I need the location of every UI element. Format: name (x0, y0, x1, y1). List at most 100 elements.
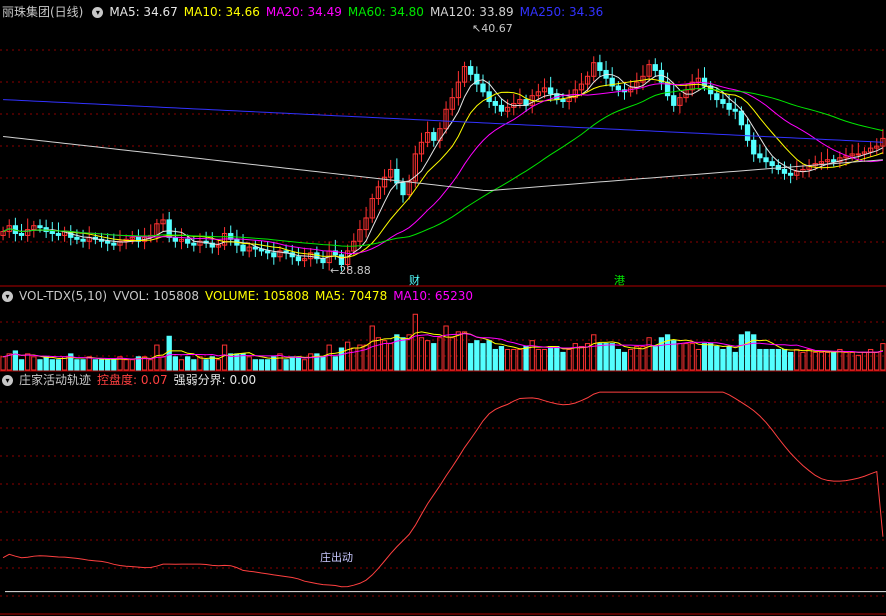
volume-bar (394, 334, 400, 371)
volume-bar (283, 359, 289, 371)
volume-bar (258, 359, 265, 371)
volume-bar (264, 359, 271, 371)
volume-bar (172, 356, 179, 371)
volume-bar (677, 343, 683, 371)
candle-body (492, 101, 498, 106)
candle-body (560, 99, 566, 103)
volume-bar (843, 351, 849, 371)
price-header: 丽珠集团(日线) ▾ MA5: 34.67 MA10: 34.66 MA20: 34.4… (2, 4, 609, 20)
volume-bar (831, 351, 837, 371)
volume-bar (615, 348, 622, 371)
candle-body (855, 153, 861, 156)
volume-bar (818, 351, 825, 371)
ma10-label: MA10: 34.66 (183, 5, 260, 19)
candle-body (548, 87, 554, 95)
volume-bar (701, 343, 708, 371)
volume-bar (320, 356, 326, 371)
volume-bar (689, 343, 695, 371)
collapse-icon[interactable]: ▾ (2, 375, 13, 386)
volume-bar (277, 353, 283, 371)
volume-bar (289, 356, 295, 371)
candle-body (757, 153, 763, 159)
volume-bar (855, 354, 861, 371)
volume-bar (824, 351, 831, 371)
ma5-line (2, 73, 884, 260)
volume-bar (628, 348, 634, 371)
volume-bar (849, 351, 855, 371)
volume-bar (166, 335, 172, 371)
event-tag-hk[interactable]: 港 (614, 272, 625, 288)
volume-bar (252, 359, 258, 371)
volume-bar (794, 348, 800, 371)
volume-bar (763, 348, 769, 371)
volume-bar (412, 313, 418, 371)
candle-body (714, 93, 720, 101)
volume-bar (246, 356, 252, 371)
collapse-icon[interactable]: ▾ (92, 7, 104, 18)
volume-ma10-line (2, 333, 883, 360)
indicator-line (2, 391, 884, 588)
candle-body (320, 258, 326, 264)
candle-body (431, 132, 437, 141)
chart-canvas (0, 49, 886, 615)
volume-bar (517, 348, 523, 371)
candle-body (49, 231, 55, 234)
volume-bar (455, 331, 462, 371)
volume-bar (332, 356, 338, 371)
volume-bar (738, 334, 745, 371)
volume-bar (523, 346, 529, 371)
volume-bar (37, 359, 43, 371)
candle-body (732, 108, 738, 112)
candle-body (480, 83, 486, 93)
volume-bar (295, 356, 302, 371)
volume-bar (566, 348, 572, 371)
collapse-icon[interactable]: ▾ (2, 291, 13, 302)
volume-bar (468, 343, 474, 371)
volume-bar (609, 343, 615, 371)
volume-bar (541, 348, 548, 371)
candle-body (744, 124, 751, 141)
volume-bar (683, 343, 689, 371)
candle-body (191, 242, 197, 246)
volume-bar (874, 351, 880, 371)
volume-bar (400, 337, 406, 371)
candle-body (240, 244, 246, 252)
stock-title: 丽珠集团(日线) (2, 5, 84, 19)
volume-bar (529, 340, 535, 371)
volume-label: VOLUME: 105808 (205, 289, 309, 303)
volume-bar (203, 359, 209, 371)
volume-bar (111, 359, 117, 371)
ma20-line (2, 82, 884, 254)
event-tag-finance[interactable]: 财 (409, 272, 420, 288)
volume-bar (548, 346, 554, 371)
volume-bar (806, 348, 812, 371)
volume-bar (351, 347, 357, 371)
candle-body (74, 236, 80, 240)
volume-bar (621, 351, 628, 371)
volume-bar (449, 337, 455, 371)
candle-body (498, 104, 505, 112)
volume-bar (221, 344, 228, 371)
volume-bar (98, 359, 105, 371)
volume-bar (240, 353, 246, 371)
candle-body (264, 250, 271, 254)
candle-body (671, 95, 677, 106)
candle-body (769, 161, 775, 167)
candle-body (738, 110, 745, 126)
volume-bar (375, 337, 382, 371)
kpd-label: 控盘度: 0.07 (97, 373, 168, 387)
volume-bar (535, 348, 542, 371)
ma250-label: MA250: 34.36 (519, 5, 604, 19)
volume-bar (492, 348, 498, 371)
volume-bar (726, 346, 732, 371)
volume-bar (123, 359, 129, 371)
volume-bar (498, 346, 505, 371)
volume-bar (388, 343, 394, 371)
vol-ma10-label: MA10: 65230 (393, 289, 474, 303)
volume-bar (597, 343, 603, 371)
volume-bar (160, 356, 166, 371)
volume-bar (474, 340, 480, 371)
volume-bar (418, 337, 425, 371)
candle-body (726, 102, 732, 110)
vol-ma5-label: MA5: 70478 (314, 289, 388, 303)
